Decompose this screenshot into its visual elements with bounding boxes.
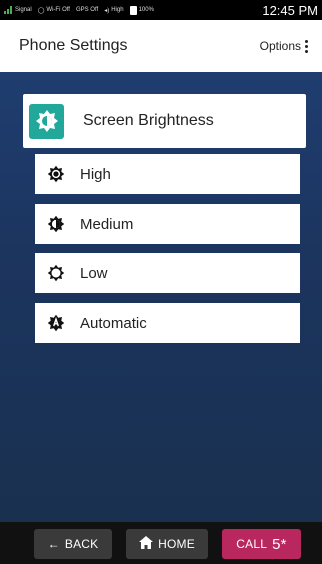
status-time: 12:45 PM	[262, 2, 318, 18]
call-number: 5*	[272, 535, 287, 553]
back-label: BACK	[64, 537, 99, 551]
option-automatic[interactable]: Automatic	[35, 303, 300, 343]
battery-indicator: 100%	[129, 5, 154, 15]
battery-label: 100%	[138, 7, 154, 13]
volume-indicator: ◂) High	[104, 7, 123, 14]
wifi-icon: ◯	[37, 7, 45, 14]
option-medium[interactable]: Medium	[35, 204, 300, 244]
signal-label: Signal	[15, 7, 32, 13]
option-low-label: Low	[80, 264, 108, 282]
brightness-auto-icon	[46, 313, 66, 333]
battery-icon	[129, 5, 137, 15]
home-label: HOME	[158, 537, 195, 551]
call-button[interactable]: CALL 5*	[222, 529, 301, 559]
option-high[interactable]: High	[35, 154, 300, 194]
status-bar: Signal ◯ Wi-Fi Off GPS Off ◂) High 100% …	[0, 0, 322, 20]
screen-brightness-label: Screen Brightness	[83, 112, 214, 129]
wifi-indicator: ◯ Wi-Fi Off	[38, 7, 70, 14]
wifi-label: Wi-Fi Off	[46, 7, 70, 13]
home-icon	[139, 536, 154, 552]
option-high-label: High	[80, 165, 111, 183]
kebab-menu-icon	[305, 39, 308, 53]
bottom-nav-bar: ← BACK HOME CALL 5*	[0, 522, 322, 564]
signal-icon	[4, 6, 13, 14]
brightness-medium-icon	[46, 214, 66, 234]
volume-label: High	[111, 7, 124, 13]
arrow-left-icon: ←	[47, 537, 60, 551]
home-button[interactable]: HOME	[126, 529, 208, 559]
call-label: CALL	[236, 537, 268, 551]
screen-brightness-header[interactable]: Screen Brightness	[23, 94, 306, 148]
option-automatic-label: Automatic	[80, 314, 147, 332]
volume-icon: ◂)	[104, 7, 110, 14]
brightness-high-icon	[46, 164, 66, 184]
app-header: Phone Settings Options	[0, 20, 322, 72]
option-low[interactable]: Low	[35, 253, 300, 293]
settings-panel: Screen Brightness High Medium Low Automa…	[0, 72, 322, 522]
option-medium-label: Medium	[80, 215, 134, 233]
back-button[interactable]: ← BACK	[34, 529, 112, 559]
brightness-icon	[29, 103, 64, 139]
page-title: Phone Settings	[19, 37, 128, 54]
gps-label: GPS Off	[75, 7, 99, 13]
signal-indicator: Signal	[4, 6, 32, 14]
options-menu-button[interactable]: Options	[260, 39, 308, 53]
options-label: Options	[259, 39, 301, 53]
brightness-low-icon	[46, 263, 66, 283]
gps-indicator: GPS Off	[76, 7, 98, 13]
